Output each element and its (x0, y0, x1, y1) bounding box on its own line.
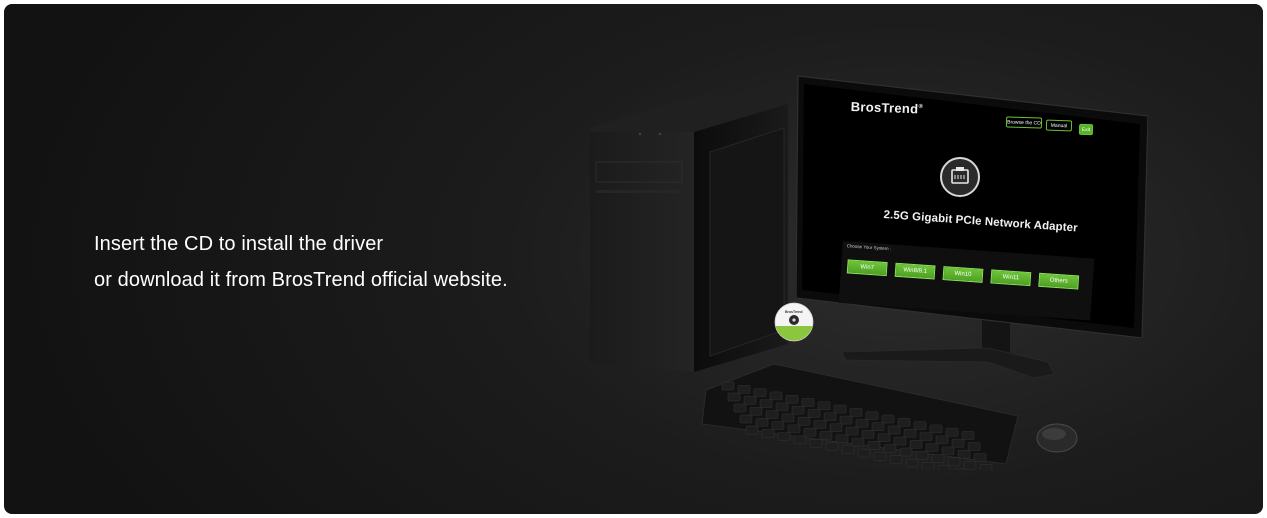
screen-brand-mark: ® (918, 104, 924, 111)
keyboard-key (905, 458, 919, 468)
keyboard-key (743, 396, 757, 405)
keyboard-key (755, 418, 769, 427)
keyboard-key (749, 407, 763, 416)
screen-brand-text: BrosTrend (850, 99, 919, 117)
keyboard-key (887, 425, 901, 435)
keyboard-key (769, 391, 783, 401)
keyboard-key (945, 427, 959, 437)
cd-brand-label: BrosTrend (785, 310, 803, 314)
keyboard-key (947, 457, 961, 467)
keyboard-key (809, 438, 823, 448)
cd-disc-icon (774, 302, 814, 342)
keyboard-key (883, 444, 897, 453)
ethernet-port-icon (940, 157, 980, 197)
caption-line-1: Insert the CD to install the driver (94, 233, 384, 255)
keyboard-key (721, 381, 735, 391)
keyboard-key (855, 419, 869, 428)
keyboard-key (829, 423, 843, 432)
keyboard-key (935, 435, 949, 445)
keyboard-key (961, 431, 975, 440)
keyboard-key (825, 442, 839, 451)
manual-button[interactable]: Manual (1045, 119, 1073, 132)
keyboard-key (897, 418, 911, 427)
keyboard-key (745, 425, 759, 435)
keyboard-key (861, 430, 875, 439)
keyboard-key (963, 460, 977, 470)
keyboard-key (839, 415, 853, 425)
keyboard-key (957, 449, 971, 459)
keyboard-key (793, 435, 807, 445)
os-button-win10[interactable]: Win10 (942, 266, 984, 283)
keyboard-key (807, 409, 821, 418)
os-button-win7[interactable]: Win7 (846, 259, 888, 277)
keyboard-key (833, 404, 847, 414)
keyboard-illustration (701, 363, 1019, 470)
os-button-win11[interactable]: Win11 (990, 269, 1032, 287)
os-button-others[interactable]: Others (1038, 272, 1080, 290)
screen-brand-logo: BrosTrend® (850, 99, 923, 117)
keyboard-key (857, 448, 871, 458)
keyboard-key (979, 464, 993, 470)
keyboard-key (893, 436, 907, 446)
exit-button[interactable]: Exit (1078, 123, 1094, 136)
keyboard-key (777, 432, 791, 441)
keyboard-key (951, 438, 965, 448)
keyboard-key (791, 406, 805, 415)
keyboard-key (851, 437, 865, 447)
keyboard-key (841, 445, 855, 455)
keyboard-key (931, 454, 945, 463)
choose-system-label: Choose Your System : (846, 243, 892, 252)
keyboard-key (867, 441, 881, 450)
keyboard-key (785, 395, 799, 404)
caption-line-2: or download it from BrosTrend official w… (94, 269, 508, 291)
keyboard-key (803, 427, 817, 437)
keyboard-key (849, 408, 863, 417)
keyboard-key (937, 465, 951, 470)
keyboard-key (871, 422, 885, 431)
keyboard-key (929, 424, 943, 434)
keyboard-key (727, 392, 741, 402)
keyboard-key (903, 429, 917, 438)
browse-cd-button[interactable]: Browse the CD (1005, 116, 1043, 129)
keyboard-key (787, 424, 801, 434)
keyboard-key (835, 434, 849, 444)
keyboard-key (797, 417, 811, 426)
keyboard-key (889, 455, 903, 464)
keyboard-key (919, 432, 933, 441)
keyboard-key (765, 410, 779, 419)
keyboard-key (817, 401, 831, 410)
keyboard-key (737, 385, 751, 394)
pc-tower-illustration (590, 98, 788, 372)
keyboard-key (771, 421, 785, 430)
keyboard-key (973, 453, 987, 462)
keyboard-key (941, 446, 955, 456)
keyboard-key (915, 451, 929, 460)
keyboard-key (753, 388, 767, 397)
keyboard-key (845, 426, 859, 436)
os-button-win8[interactable]: Win8/8.1 (894, 262, 936, 280)
keyboard-key (865, 411, 879, 420)
keyboard-key (899, 447, 913, 457)
caption: Insert the CD to install the driver or d… (94, 226, 508, 298)
keyboard-key (823, 412, 837, 421)
keyboard-key (739, 414, 753, 424)
keyboard-key (873, 452, 887, 461)
keyboard-key (781, 413, 795, 423)
keyboard-key (761, 429, 775, 438)
keyboard-key (921, 462, 935, 470)
keyboard-key (877, 433, 891, 442)
keyboard-key (819, 431, 833, 440)
keyboard-key (881, 414, 895, 424)
keyboard-key (801, 398, 815, 407)
mouse-illustration (1036, 423, 1078, 453)
keyboard-key (759, 399, 773, 408)
keyboard-key (909, 440, 923, 449)
keyboard-key (813, 420, 827, 429)
keyboard-key (913, 421, 927, 430)
keyboard-key (967, 442, 981, 451)
keyboard-key (953, 468, 967, 470)
keyboard-key (775, 402, 789, 412)
keyboard-key (925, 443, 939, 452)
keyboard-key (733, 403, 747, 413)
